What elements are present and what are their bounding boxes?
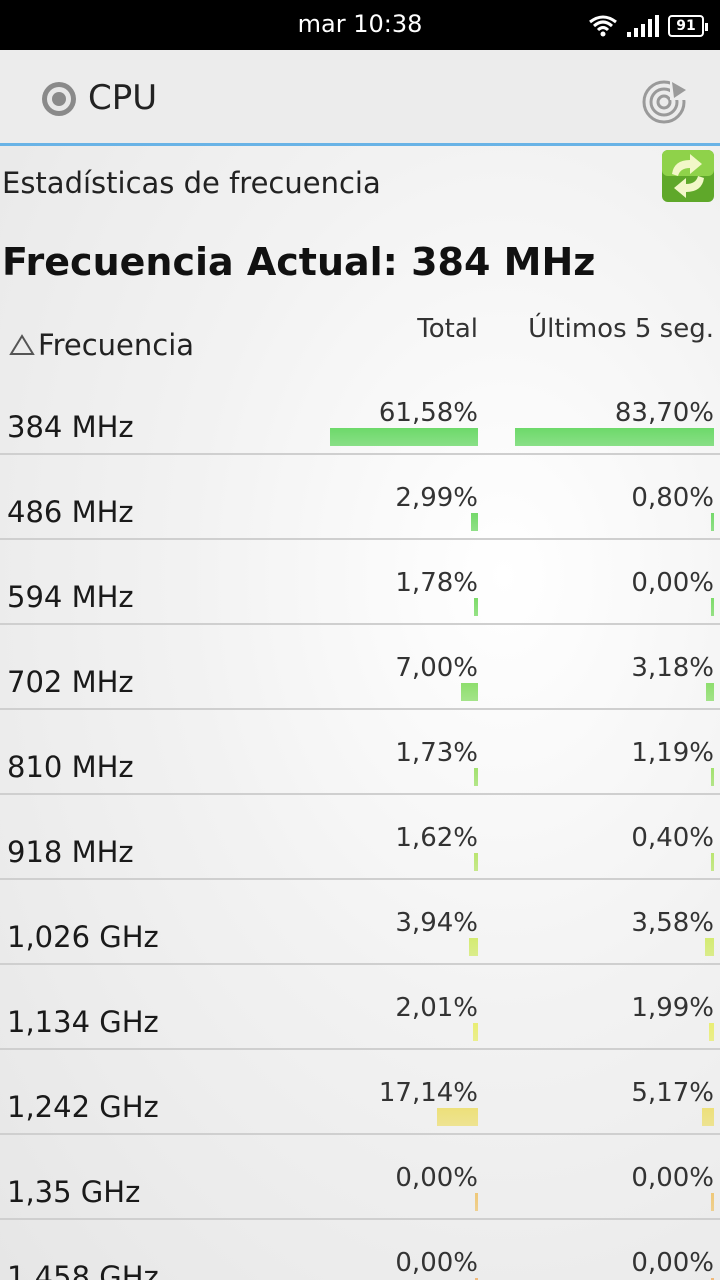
row-total-percent: 0,00%: [395, 1163, 478, 1193]
row-last-percent: 1,99%: [631, 993, 714, 1023]
row-frequency: 702 MHz: [7, 665, 134, 699]
status-icons: 91: [588, 12, 708, 40]
row-last-bar: [711, 853, 714, 871]
row-total-bar: [330, 428, 478, 446]
table-row: 1,458 GHz 0,00% 0,00%: [0, 1220, 720, 1280]
row-total-bar: [473, 768, 478, 786]
table-row: 1,134 GHz 2,01% 1,99%: [0, 965, 720, 1050]
row-last-bar: [701, 1108, 714, 1126]
signal-icon: [627, 15, 659, 37]
row-last-bar: [711, 1193, 714, 1211]
battery-icon: 91: [668, 15, 708, 37]
table-row: 384 MHz 61,58% 83,70%: [0, 370, 720, 455]
row-total-bar: [470, 513, 478, 531]
row-total-percent: 17,14%: [378, 1078, 478, 1108]
row-last-percent: 1,19%: [631, 738, 714, 768]
row-last-bar: [711, 513, 714, 531]
row-total-bar: [436, 1108, 478, 1126]
row-total-percent: 61,58%: [378, 398, 478, 428]
table-row: 1,026 GHz 3,94% 3,58%: [0, 880, 720, 965]
table-row: 918 MHz 1,62% 0,40%: [0, 795, 720, 880]
current-frequency: Frecuencia Actual: 384 MHz: [2, 240, 596, 284]
row-last-percent: 0,00%: [631, 1248, 714, 1278]
sort-triangle-icon: [9, 334, 35, 355]
row-total-percent: 3,94%: [395, 908, 478, 938]
row-total-bar: [473, 1023, 478, 1041]
table-row: 1,35 GHz 0,00% 0,00%: [0, 1135, 720, 1220]
sync-button[interactable]: [660, 148, 716, 204]
row-frequency: 594 MHz: [7, 580, 134, 614]
row-frequency: 810 MHz: [7, 750, 134, 784]
row-frequency: 1,35 GHz: [7, 1175, 141, 1209]
row-total-bar: [473, 598, 478, 616]
frequency-table: 384 MHz 61,58% 83,70% 486 MHz 2,99% 0,80% 594 …: [0, 370, 720, 1280]
row-last-percent: 0,40%: [631, 823, 714, 853]
row-total-percent: 2,01%: [395, 993, 478, 1023]
row-last-percent: 5,17%: [631, 1078, 714, 1108]
app-title: CPU: [88, 78, 158, 118]
table-row: 702 MHz 7,00% 3,18%: [0, 625, 720, 710]
row-frequency: 918 MHz: [7, 835, 134, 869]
wifi-icon: [589, 15, 617, 37]
row-total-bar: [461, 683, 478, 701]
row-frequency: 1,134 GHz: [7, 1005, 159, 1039]
row-frequency: 1,026 GHz: [7, 920, 159, 954]
section-title: Estadísticas de frecuencia: [2, 166, 381, 200]
table-row: 1,242 GHz 17,14% 5,17%: [0, 1050, 720, 1135]
row-total-percent: 7,00%: [395, 653, 478, 683]
row-total-bar: [475, 1193, 478, 1211]
row-total-bar: [468, 938, 478, 956]
row-total-bar: [474, 853, 478, 871]
app-logo-icon: [42, 82, 76, 116]
row-frequency: 1,242 GHz: [7, 1090, 159, 1124]
header-frequency[interactable]: Frecuencia: [8, 328, 194, 362]
refresh-button[interactable]: [636, 72, 692, 128]
header-last-5s[interactable]: Últimos 5 seg.: [528, 314, 714, 344]
action-bar: CPU: [0, 50, 720, 146]
row-frequency: 1,458 GHz: [7, 1260, 159, 1280]
table-row: 594 MHz 1,78% 0,00%: [0, 540, 720, 625]
row-last-percent: 83,70%: [614, 398, 714, 428]
row-last-bar: [711, 768, 714, 786]
row-frequency: 384 MHz: [7, 410, 134, 444]
row-total-percent: 1,62%: [395, 823, 478, 853]
header-total[interactable]: Total: [417, 314, 478, 344]
status-bar: mar 10:38 91: [0, 0, 720, 50]
row-total-percent: 2,99%: [395, 483, 478, 513]
row-last-bar: [706, 683, 714, 701]
table-row: 810 MHz 1,73% 1,19%: [0, 710, 720, 795]
row-total-percent: 1,78%: [395, 568, 478, 598]
row-last-percent: 0,00%: [631, 1163, 714, 1193]
header-frequency-label: Frecuencia: [38, 328, 195, 362]
row-last-percent: 3,58%: [631, 908, 714, 938]
table-row: 486 MHz 2,99% 0,80%: [0, 455, 720, 540]
row-total-percent: 0,00%: [395, 1248, 478, 1278]
row-frequency: 486 MHz: [7, 495, 134, 529]
row-last-bar: [514, 428, 714, 446]
row-last-percent: 3,18%: [631, 653, 714, 683]
row-last-bar: [711, 598, 714, 616]
row-last-percent: 0,00%: [631, 568, 714, 598]
row-total-percent: 1,73%: [395, 738, 478, 768]
row-last-bar: [705, 938, 714, 956]
row-last-bar: [709, 1023, 714, 1041]
row-last-percent: 0,80%: [631, 483, 714, 513]
